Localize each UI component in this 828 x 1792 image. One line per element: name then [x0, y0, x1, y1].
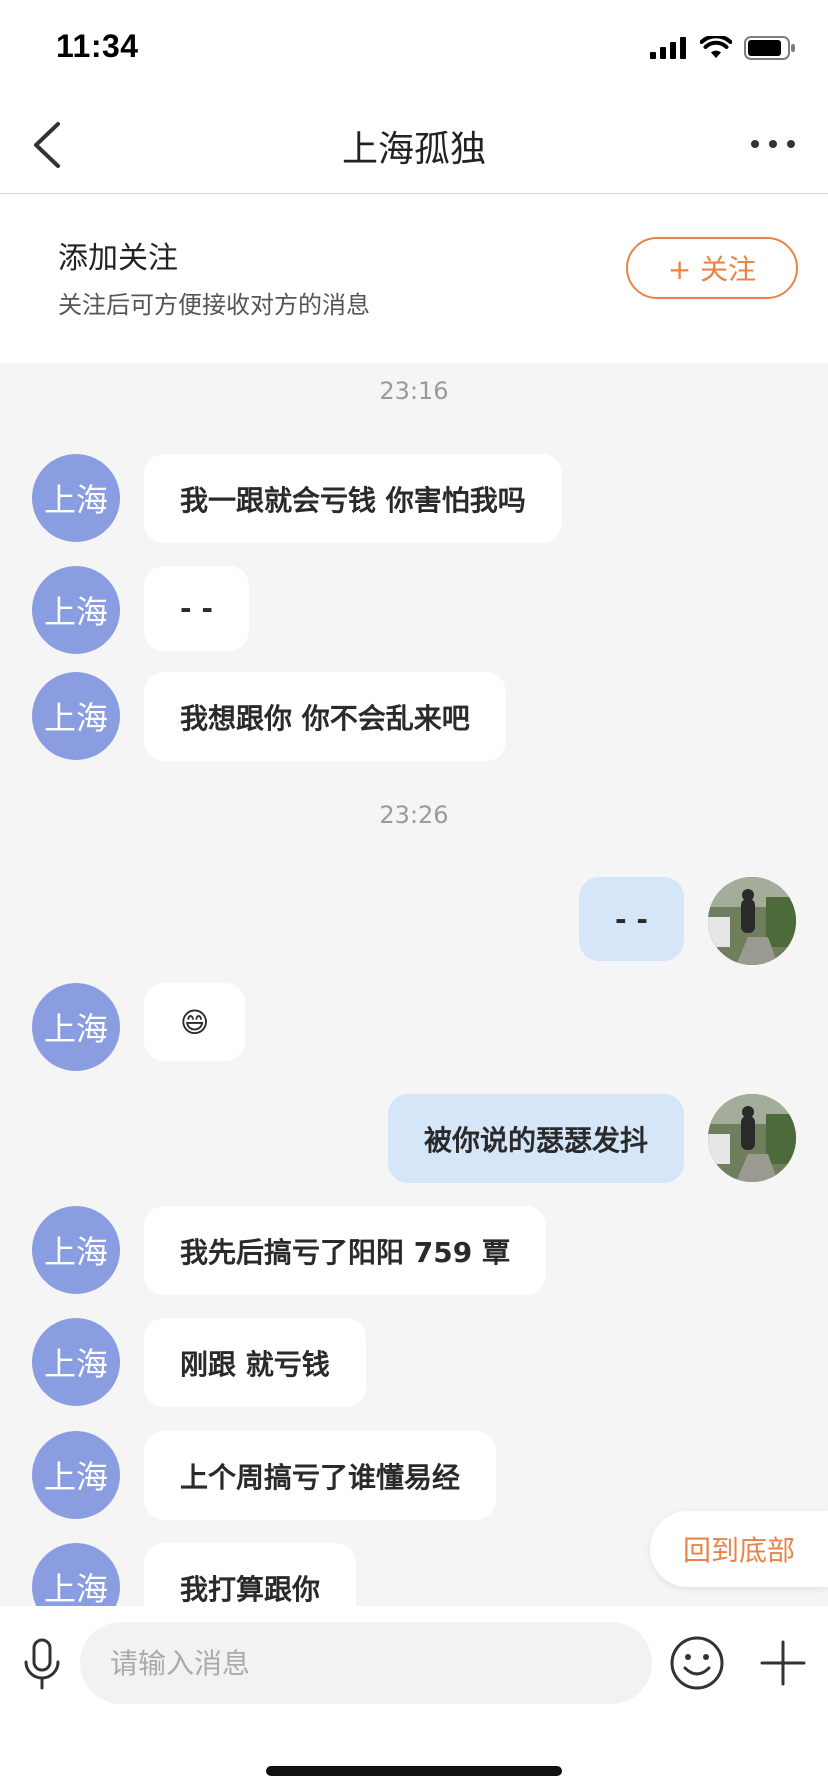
plus-icon[interactable] [760, 1640, 806, 1686]
message-input[interactable] [80, 1622, 652, 1704]
follow-button[interactable]: + 关注 [626, 237, 798, 299]
cellular-signal-icon [650, 37, 686, 59]
message-bubble[interactable]: 我打算跟你 [144, 1543, 357, 1606]
avatar-photo-image [708, 1094, 796, 1182]
avatar[interactable]: 上海 [32, 1318, 120, 1406]
follow-subtitle: 关注后可方便接收对方的消息 [58, 291, 370, 319]
message-bubble[interactable]: 我想跟你 你不会乱来吧 [144, 672, 506, 761]
my-avatar[interactable] [708, 877, 796, 965]
avatar-photo-image [708, 877, 796, 965]
avatar[interactable]: 上海 [32, 983, 120, 1071]
input-bar [0, 1606, 828, 1792]
wifi-icon [700, 36, 732, 58]
more-dots-icon[interactable] [750, 132, 796, 156]
avatar[interactable]: 上海 [32, 566, 120, 654]
home-indicator [266, 1766, 562, 1776]
page-title: 上海孤独 [341, 129, 486, 170]
back-to-bottom-button[interactable]: 回到底部 [650, 1511, 828, 1587]
emoji-icon[interactable] [668, 1634, 726, 1692]
avatar[interactable]: 上海 [32, 1206, 120, 1294]
status-time: 11:34 [56, 28, 139, 64]
message-bubble-mine[interactable]: 被你说的瑟瑟发抖 [387, 1094, 684, 1183]
battery-icon [744, 36, 795, 60]
nav-bar: 上海孤独 [0, 96, 828, 194]
avatar[interactable]: 上海 [32, 672, 120, 760]
chat-area[interactable]: 23:16 上海 我一跟就会亏钱 你害怕我吗 上海 - - 上海 我想跟你 你不… [0, 363, 828, 1606]
message-bubble[interactable]: 😄 [144, 983, 246, 1061]
my-avatar[interactable] [708, 1094, 796, 1182]
message-bubble[interactable]: 我先后搞亏了阳阳 759 覃 [144, 1206, 546, 1295]
message-bubble-mine[interactable]: - - [579, 877, 684, 961]
timestamp-label: 23:16 [379, 377, 449, 405]
follow-banner: 添加关注 关注后可方便接收对方的消息 + 关注 [0, 195, 828, 363]
timestamp-label: 23:26 [379, 801, 449, 829]
avatar[interactable]: 上海 [32, 1543, 120, 1606]
avatar[interactable]: 上海 [32, 1431, 120, 1519]
message-bubble[interactable]: - - [144, 566, 249, 651]
message-bubble[interactable]: 我一跟就会亏钱 你害怕我吗 [144, 454, 562, 543]
message-bubble[interactable]: 上个周搞亏了谁懂易经 [144, 1431, 497, 1520]
status-icons [650, 34, 796, 62]
status-bar: 11:34 [0, 0, 828, 96]
message-bubble[interactable]: 刚跟 就亏钱 [144, 1318, 366, 1407]
avatar[interactable]: 上海 [32, 454, 120, 542]
follow-title: 添加关注 [58, 241, 178, 276]
microphone-icon[interactable] [20, 1636, 64, 1692]
